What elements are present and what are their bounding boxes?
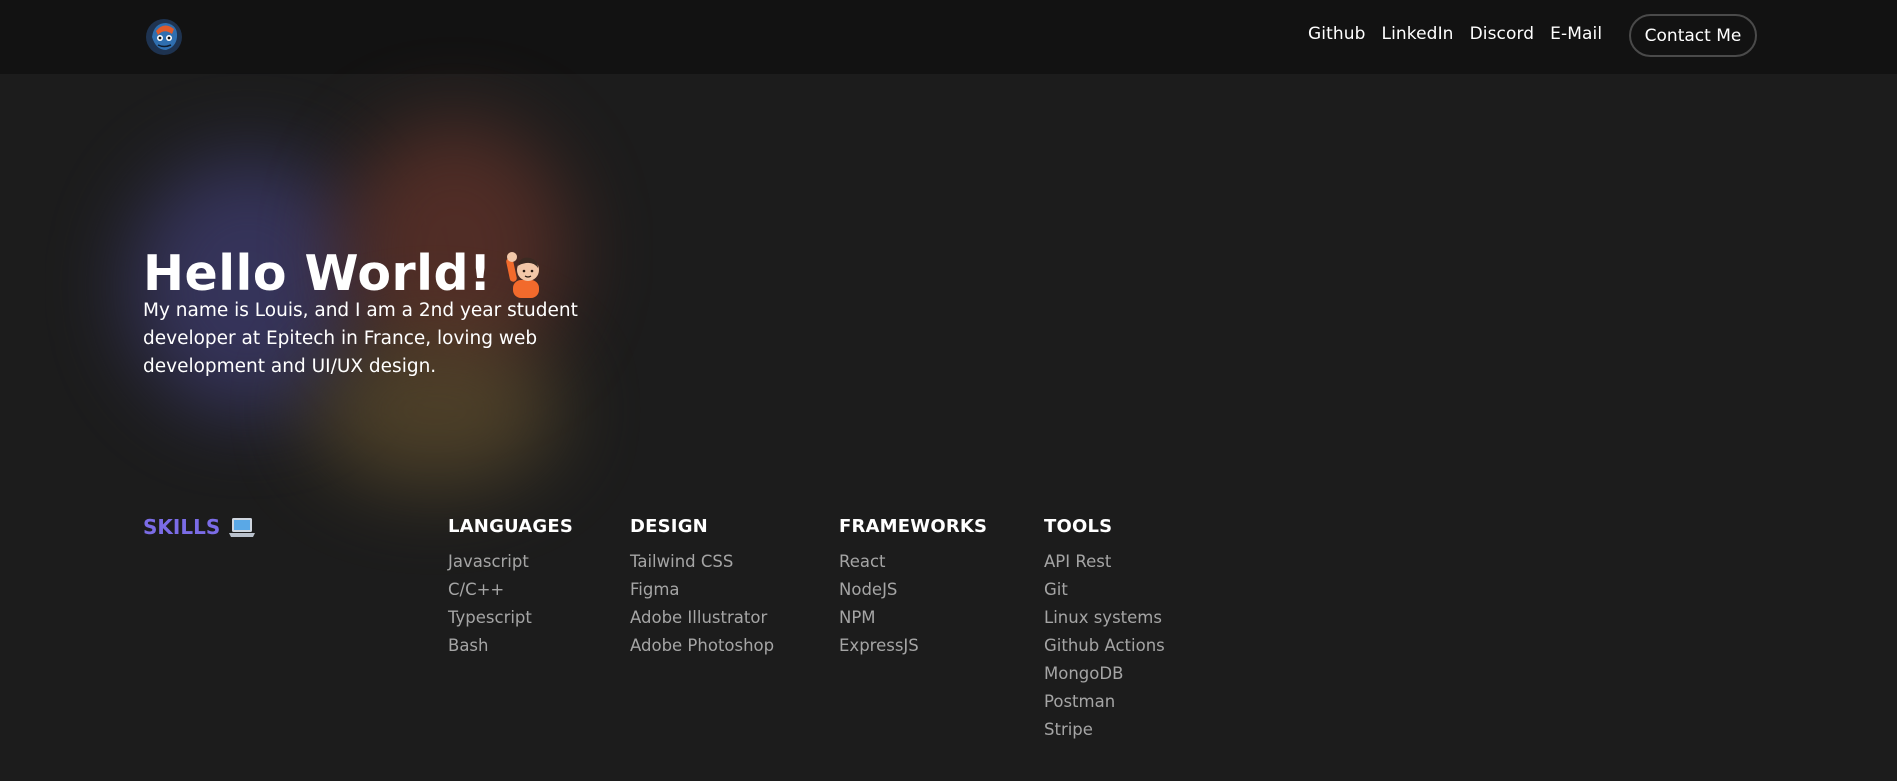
skills-heading: SKILLS [143,515,256,539]
skill-list: Javascript C/C++ Typescript Bash [448,548,573,660]
page: Github LinkedIn Discord E-Mail Contact M… [0,0,1897,781]
skill-item: ExpressJS [839,636,919,655]
skill-item: Linux systems [1044,608,1162,627]
nav-discord[interactable]: Discord [1470,24,1535,44]
skill-item: Bash [448,636,489,655]
column-heading: TOOLS [1044,516,1113,537]
skill-item: Git [1044,580,1068,599]
skill-item: Github Actions [1044,636,1165,655]
hero-description: My name is Louis, and I am a 2nd year st… [143,300,578,377]
skill-item: Stripe [1044,720,1093,739]
skills-column-languages: LANGUAGES Javascript C/C++ Typescript Ba… [448,516,573,660]
column-heading: LANGUAGES [448,516,574,537]
waving-hand-icon [506,251,539,298]
skill-item: NodeJS [839,580,898,599]
skill-list: React NodeJS NPM ExpressJS [839,548,987,660]
skill-item: Figma [630,580,680,599]
skill-item: Adobe Illustrator [630,608,768,627]
avatar-logo-icon[interactable] [144,17,184,57]
nav-linkedin[interactable]: LinkedIn [1382,24,1454,44]
nav-github[interactable]: Github [1308,24,1366,44]
laptop-icon [229,518,256,537]
contact-me-button[interactable]: Contact Me [1629,14,1757,57]
skills-heading-text: SKILLS [143,515,221,539]
skill-item: Postman [1044,692,1116,711]
skill-item: Adobe Photoshop [630,636,775,655]
skill-list: API Rest Git Linux systems Github Action… [1044,548,1165,744]
nav-links: Github LinkedIn Discord E-Mail [1308,24,1602,44]
skills-column-design: DESIGN Tailwind CSS Figma Adobe Illustra… [630,516,774,660]
column-heading: DESIGN [630,516,708,537]
skills-column-tools: TOOLS API Rest Git Linux systems Github … [1044,516,1165,744]
skill-item: API Rest [1044,552,1112,571]
top-navbar: Github LinkedIn Discord E-Mail Contact M… [0,0,1897,74]
column-heading: FRAMEWORKS [839,516,988,537]
skill-item: NPM [839,608,876,627]
skill-item: Javascript [448,552,529,571]
skill-item: Tailwind CSS [630,552,734,571]
hero-title: Hello World! [143,245,548,302]
skill-item: Typescript [448,608,532,627]
nav-email[interactable]: E-Mail [1550,24,1602,44]
skill-list: Tailwind CSS Figma Adobe Illustrator Ado… [630,548,774,660]
skills-column-frameworks: FRAMEWORKS React NodeJS NPM ExpressJS [839,516,987,660]
skill-item: C/C++ [448,580,505,599]
skill-item: MongoDB [1044,664,1124,683]
skill-item: React [839,552,886,571]
hero-title-text: Hello World! [143,245,492,302]
